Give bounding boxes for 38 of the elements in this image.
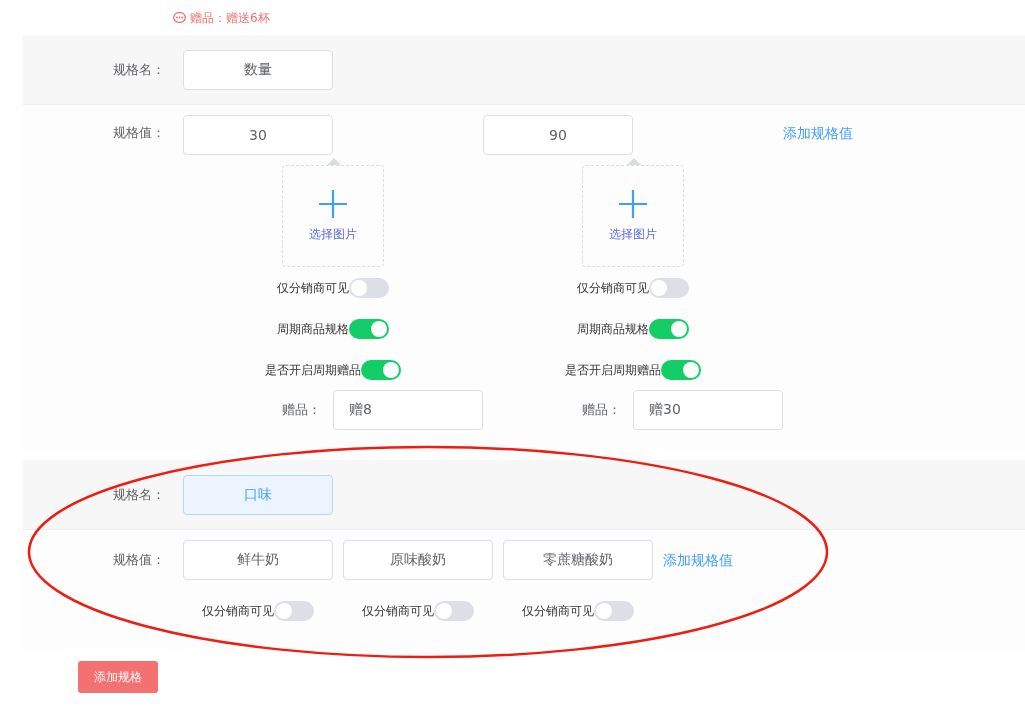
field-label: 规格值：	[112, 551, 166, 570]
toggle-label: 周期商品规格	[577, 320, 649, 338]
gift-field[interactable]: 赠30	[633, 390, 783, 430]
toggle-switch[interactable]	[649, 318, 689, 339]
toggle-label: 是否开启周期赠品	[265, 361, 361, 379]
plus-icon	[618, 189, 648, 219]
spec-value-field[interactable]: 零蔗糖酸奶	[503, 540, 653, 580]
toggle-switch[interactable]	[594, 600, 634, 621]
image-picker[interactable]: 选择图片	[282, 165, 384, 267]
toggle-label: 仅分销商可见	[202, 602, 274, 620]
toggle-label: 是否开启周期赠品	[565, 361, 661, 379]
spec-value-field[interactable]: 鲜牛奶	[183, 540, 333, 580]
spec-name-field[interactable]: 数量	[183, 49, 333, 90]
field-label: 规格名：	[112, 485, 166, 504]
field-label: 规格值：	[112, 124, 166, 142]
toggle-switch[interactable]	[661, 359, 701, 380]
gift-field[interactable]: 赠8	[333, 390, 483, 430]
field-label: 赠品：	[581, 401, 622, 420]
field-label: 规格名：	[112, 60, 166, 79]
chat-icon	[173, 12, 186, 23]
field-label: 赠品：	[281, 401, 322, 420]
toggle-switch[interactable]	[649, 277, 689, 298]
spec-value-field[interactable]: 原味酸奶	[343, 540, 493, 580]
toggle-label: 仅分销商可见	[577, 279, 649, 297]
toggle-switch[interactable]	[361, 359, 401, 380]
toggle-switch[interactable]	[349, 277, 389, 298]
toggle-label: 仅分销商可见	[277, 279, 349, 297]
toggle-label: 周期商品规格	[277, 320, 349, 338]
toggle-label: 仅分销商可见	[362, 602, 434, 620]
toggle-switch[interactable]	[434, 600, 474, 621]
image-picker[interactable]: 选择图片	[582, 165, 684, 267]
toggle-switch[interactable]	[274, 600, 314, 621]
spec-value-field[interactable]: 30	[183, 115, 333, 155]
spec-value-field[interactable]: 90	[483, 115, 633, 155]
plus-icon	[318, 189, 348, 219]
toggle-label: 仅分销商可见	[522, 602, 594, 620]
gift-note: 赠品：赠送6杯	[190, 9, 270, 27]
toggle-switch[interactable]	[349, 318, 389, 339]
